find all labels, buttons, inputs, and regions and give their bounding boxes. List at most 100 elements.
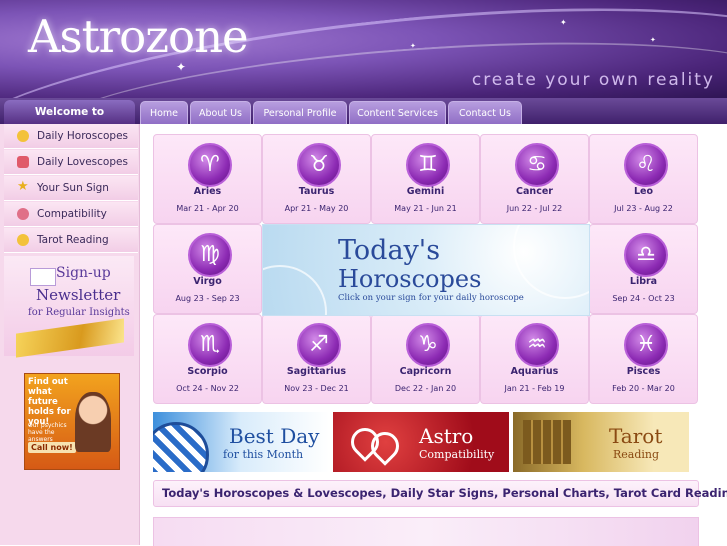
sign-dates: Oct 24 - Nov 22 [176, 384, 239, 393]
best-day-title: Best Day [229, 424, 320, 448]
sparkle-icon: ✦ [410, 42, 416, 50]
sign-dates: May 21 - Jun 21 [394, 204, 457, 213]
bottom-panel [153, 517, 699, 546]
sign-name: Scorpio [187, 366, 228, 377]
newsletter-line3: for Regular Insights [28, 307, 130, 318]
banner-title-line1: Today's [338, 235, 441, 266]
sign-name: Libra [629, 276, 658, 287]
sidebar-item-compatibility[interactable]: Compatibility [4, 202, 138, 227]
sign-dates: Feb 20 - Mar 20 [612, 384, 675, 393]
tab-content-services[interactable]: Content Services [349, 101, 446, 125]
tagline: create your own reality [471, 70, 715, 90]
envelope-icon [30, 268, 56, 286]
sidebar-item-label: Tarot Reading [37, 234, 109, 246]
tab-home[interactable]: Home [140, 101, 188, 125]
ad-headline: Find out what future holds for you! [28, 377, 71, 427]
sign-dates: Jun 22 - Jul 22 [506, 204, 563, 213]
astro-compatibility-banner[interactable]: Astro Compatibility [333, 412, 509, 472]
astro-subtitle: Compatibility [419, 448, 495, 461]
sign-dates: Dec 22 - Jan 20 [394, 384, 457, 393]
tab-contact-us[interactable]: Contact Us [448, 101, 522, 125]
newsletter-signup[interactable]: Sign-up Newsletter for Regular Insights [4, 256, 134, 358]
tarot-reading-banner[interactable]: Tarot Reading [513, 412, 689, 472]
sign-dates: Aug 23 - Sep 23 [175, 294, 240, 303]
sign-name: Gemini [406, 186, 445, 197]
calendar-ball-icon [153, 422, 209, 472]
swirl-decoration [263, 265, 327, 315]
sign-name: Leo [633, 186, 654, 197]
tarot-subtitle: Reading [613, 448, 660, 461]
gemini-icon: ♊ [406, 143, 450, 187]
sign-dates: Sep 24 - Oct 23 [612, 294, 675, 303]
todays-horoscopes-banner[interactable]: Today's Horoscopes Click on your sign fo… [262, 224, 590, 316]
scorpio-icon: ♏ [188, 323, 232, 367]
sidebar-item-label: Daily Horoscopes [37, 130, 128, 142]
sparkle-icon: ✦ [650, 36, 656, 44]
sign-name: Sagittarius [286, 366, 347, 377]
sign-leo[interactable]: ♌ Leo Jul 23 - Aug 22 [589, 134, 698, 224]
heart-gift-icon [17, 156, 29, 168]
sign-name: Cancer [516, 186, 553, 197]
sign-dates: Jul 23 - Aug 22 [614, 204, 673, 213]
sidebar-item-tarot-reading[interactable]: Tarot Reading [4, 228, 138, 253]
sign-scorpio[interactable]: ♏ Scorpio Oct 24 - Nov 22 [153, 314, 262, 404]
sign-sagittarius[interactable]: ♐ Sagittarius Nov 23 - Dec 21 [262, 314, 371, 404]
sign-dates: Apr 21 - May 20 [284, 204, 349, 213]
tarot-title: Tarot [609, 424, 663, 448]
sign-aries[interactable]: ♈ Aries Mar 21 - Apr 20 [153, 134, 262, 224]
sign-cancer[interactable]: ♋ Cancer Jun 22 - Jul 22 [480, 134, 589, 224]
hearts-icon [17, 208, 29, 220]
site-logo[interactable]: Astrozone [28, 10, 249, 63]
sign-name: Aquarius [510, 366, 559, 377]
sign-virgo[interactable]: ♍ Virgo Aug 23 - Sep 23 [153, 224, 262, 314]
astro-title: Astro [419, 424, 474, 448]
gold-bars-graphic [16, 318, 124, 358]
virgo-icon: ♍ [188, 233, 232, 277]
best-day-subtitle: for this Month [223, 448, 304, 461]
newsletter-line2: Newsletter [36, 286, 121, 304]
sign-libra[interactable]: ♎ Libra Sep 24 - Oct 23 [589, 224, 698, 314]
sidebar-item-your-sun-sign[interactable]: ★ Your Sun Sign [4, 176, 138, 201]
best-day-banner[interactable]: Best Day for this Month [153, 412, 329, 472]
sign-name: Aries [193, 186, 222, 197]
tarot-cards-graphic [523, 420, 571, 464]
capricorn-icon: ♑ [406, 323, 450, 367]
sign-capricorn[interactable]: ♑ Capricorn Dec 22 - Jan 20 [371, 314, 480, 404]
swirl-decoration [513, 225, 589, 299]
tab-about-us[interactable]: About Us [190, 101, 251, 125]
sun-icon [17, 234, 29, 246]
site-header: ✦ ✦ ✦ ✦ Astrozone create your own realit… [0, 0, 727, 100]
banner-title-line2: Horoscopes [338, 265, 482, 293]
sign-gemini[interactable]: ♊ Gemini May 21 - Jun 21 [371, 134, 480, 224]
banner-subtitle: Click on your sign for your daily horosc… [338, 293, 524, 303]
sidebar-item-label: Daily Lovescopes [37, 156, 128, 168]
psychic-ad[interactable]: Find out what future holds for you! Our … [24, 373, 120, 470]
sidebar-item-label: Compatibility [37, 208, 107, 220]
sign-taurus[interactable]: ♉ Taurus Apr 21 - May 20 [262, 134, 371, 224]
sidebar-item-daily-horoscopes[interactable]: Daily Horoscopes [4, 124, 138, 149]
ad-call-button[interactable]: Call now! [28, 442, 76, 453]
services-text: Today's Horoscopes & Lovescopes, Daily S… [162, 486, 727, 500]
sign-aquarius[interactable]: ♒ Aquarius Jan 21 - Feb 19 [480, 314, 589, 404]
cancer-icon: ♋ [515, 143, 559, 187]
aries-icon: ♈ [188, 143, 232, 187]
taurus-icon: ♉ [297, 143, 341, 187]
libra-icon: ♎ [624, 233, 668, 277]
sign-dates: Mar 21 - Apr 20 [176, 204, 239, 213]
sign-pisces[interactable]: ♓ Pisces Feb 20 - Mar 20 [589, 314, 698, 404]
sign-dates: Nov 23 - Dec 21 [284, 384, 349, 393]
pisces-icon: ♓ [624, 323, 668, 367]
sidebar-item-label: Your Sun Sign [37, 182, 109, 194]
welcome-label: Welcome to Astrozone [4, 100, 135, 142]
leo-icon: ♌ [624, 143, 668, 187]
sparkle-icon: ✦ [560, 18, 567, 27]
sagittarius-icon: ♐ [297, 323, 341, 367]
sidebar-item-daily-lovescopes[interactable]: Daily Lovescopes [4, 150, 138, 175]
star-icon: ★ [17, 179, 29, 194]
sun-icon [17, 130, 29, 142]
sign-name: Virgo [193, 276, 222, 287]
aquarius-icon: ♒ [515, 323, 559, 367]
tab-personal-profile[interactable]: Personal Profile [253, 101, 347, 125]
psychic-photo [75, 392, 111, 452]
ad-subtext: Our psychics have the answers [28, 422, 67, 443]
